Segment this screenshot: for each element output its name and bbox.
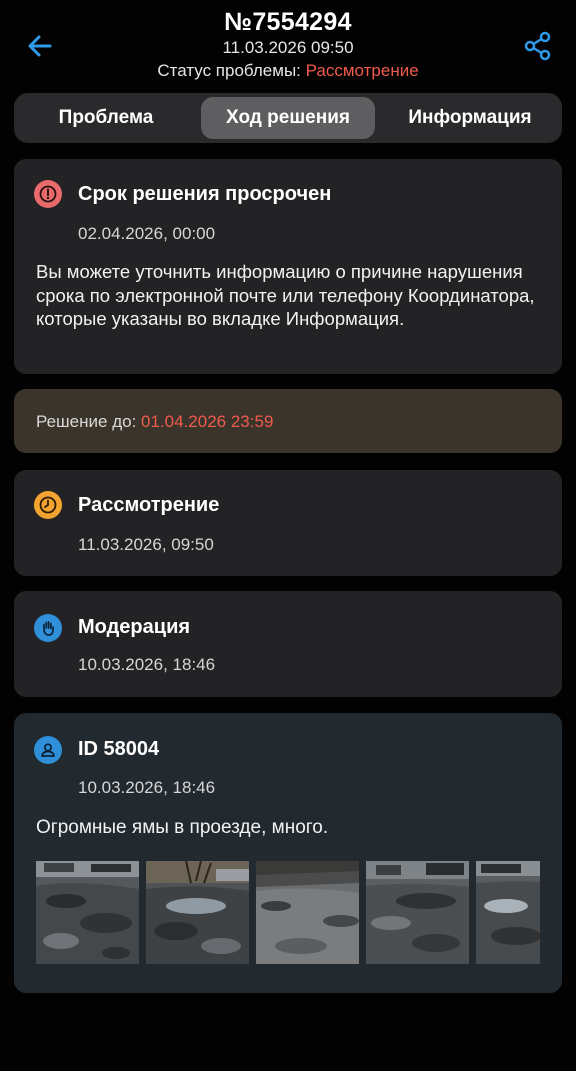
alert-icon: [34, 180, 62, 208]
event-moderation-date: 10.03.2026, 18:46: [78, 655, 216, 674]
photo-thumbnail[interactable]: [256, 861, 359, 964]
status-label: Статус проблемы:: [157, 61, 301, 80]
share-button[interactable]: [518, 26, 558, 66]
clock-icon: [34, 491, 62, 519]
user-comment: Огромные ямы в проезде, много.: [36, 817, 329, 838]
top-bar: №7554294 11.03.2026 09:50 Статус проблем…: [0, 0, 576, 90]
photo-thumbnail[interactable]: [146, 861, 249, 964]
overdue-title: Срок решения просрочен: [78, 183, 332, 205]
deadline-label: Решение до:: [36, 412, 137, 431]
event-review-card: Рассмотрение 11.03.2026, 09:50: [14, 470, 562, 576]
deadline-line: Решение до: 01.04.2026 23:59: [36, 412, 273, 432]
tab-problem[interactable]: Проблема: [32, 97, 180, 139]
overdue-text: Вы можете уточнить информацию о причине …: [36, 261, 535, 329]
event-review-title: Рассмотрение: [78, 494, 220, 516]
overdue-date: 02.04.2026, 00:00: [78, 224, 216, 243]
event-user-card: ID 58004 10.03.2026, 18:46 Огромные ямы …: [14, 713, 562, 993]
user-icon: [34, 736, 62, 764]
tab-bar: Проблема Ход решения Информация: [14, 93, 562, 143]
photo-thumbnail[interactable]: [36, 861, 139, 964]
status-value: Рассмотрение: [305, 61, 419, 80]
tab-information[interactable]: Информация: [390, 97, 550, 139]
share-icon: [524, 31, 551, 61]
user-event-title: ID 58004: [78, 738, 160, 760]
user-event-date: 10.03.2026, 18:46: [78, 778, 216, 797]
tab-progress[interactable]: Ход решения: [201, 97, 375, 139]
hand-icon: [34, 614, 62, 642]
problem-datetime: 11.03.2026 09:50: [222, 38, 354, 57]
event-moderation-title: Модерация: [78, 616, 191, 638]
problem-number: №7554294: [224, 8, 352, 36]
photo-strip: [36, 861, 540, 964]
event-moderation-card: Модерация 10.03.2026, 18:46: [14, 591, 562, 697]
photo-thumbnail[interactable]: [476, 861, 540, 964]
deadline-card: Решение до: 01.04.2026 23:59: [14, 389, 562, 453]
photo-thumbnail[interactable]: [366, 861, 469, 964]
deadline-value: 01.04.2026 23:59: [141, 412, 274, 431]
status-line: Статус проблемы: Рассмотрение: [0, 61, 576, 81]
overdue-card: Срок решения просрочен 02.04.2026, 00:00…: [14, 159, 562, 374]
event-review-date: 11.03.2026, 09:50: [78, 535, 214, 554]
